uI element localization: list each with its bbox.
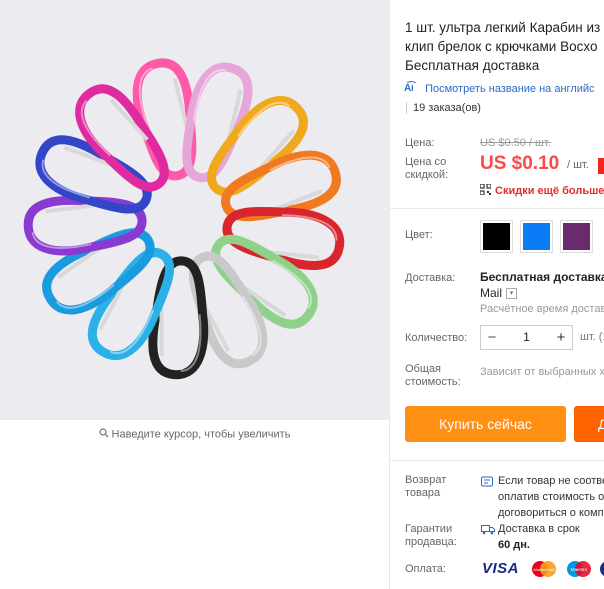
color-swatch-black[interactable] [480, 220, 513, 253]
section-divider [390, 460, 604, 461]
title-line: клип брелок с крючками Восхо [405, 39, 598, 54]
shipping-method: Бесплатная доставка в [480, 270, 604, 284]
orders-count: 19 заказа(ов) [406, 102, 481, 114]
returns-label: Возврат товара [405, 474, 446, 500]
mastercard-wordmark: MasterCard [534, 567, 555, 572]
qr-code-icon [479, 183, 492, 198]
returns-text: Если товар не соотве оплатив стоимость о… [498, 473, 604, 521]
buy-now-button[interactable]: Купить сейчас [405, 406, 566, 442]
translate-title-link[interactable]: Ai Посмотреть название на английс [404, 81, 595, 95]
current-price: US $0.10 [480, 153, 560, 174]
mastercard-logo: MasterCard [529, 560, 559, 583]
maestro-wordmark: Maestro [571, 567, 588, 572]
coupon-link[interactable]: Скидки ещё больше [479, 183, 604, 198]
discount-price-label: Цена со скидкой: [405, 156, 448, 182]
quantity-decrease-button[interactable]: − [481, 326, 503, 349]
shipping-carrier: Mail [480, 286, 503, 300]
carabiner [211, 234, 318, 329]
guarantee-label-line: продавца: [405, 536, 457, 548]
shipping-label: Доставка: [405, 272, 456, 284]
product-info: 1 шт. ультра легкий Карабин из клип брел… [390, 0, 604, 589]
zoom-hint-text: Наведите курсор, чтобы увеличить [111, 428, 291, 441]
quantity-input[interactable]: 1 [503, 326, 550, 349]
shipping-carrier-select[interactable]: Mail ▾ [480, 286, 518, 300]
swatch-fill [523, 223, 550, 250]
product-title: 1 шт. ультра легкий Карабин из клип брел… [405, 18, 604, 75]
guarantee-label: Гарантии продавца: [405, 523, 457, 549]
color-swatch-purple[interactable] [560, 220, 593, 253]
carabiner-ring-image [23, 58, 345, 380]
chevron-down-icon[interactable]: ▾ [506, 288, 518, 300]
payment-label: Оплата: [405, 563, 446, 575]
translate-icon: Ai [404, 81, 422, 95]
total-label: Общая стоимость: [405, 363, 461, 389]
coupon-text[interactable]: Скидки ещё больше [495, 185, 604, 197]
product-photo[interactable] [0, 0, 389, 420]
color-label: Цвет: [405, 229, 433, 241]
returns-text-line: Если товар не соотве [498, 475, 604, 487]
guarantee-label-line: Гарантии [405, 523, 453, 535]
shipping-estimate: Расчётное время достав [480, 303, 604, 315]
returns-text-line: договориться о комп [498, 507, 604, 519]
delivery-truck-icon [481, 522, 495, 540]
quantity-unit: шт. (1 [580, 331, 604, 343]
old-price: US $0.50 / шт. [480, 137, 551, 149]
guarantee-line: Доставка в срок [498, 523, 580, 535]
total-value: Зависит от выбранных х [480, 366, 604, 378]
color-swatch-blue[interactable] [520, 220, 553, 253]
discount-label-line: Цена со [405, 156, 447, 168]
title-line: Бесплатная доставка [405, 58, 540, 73]
translate-link-text[interactable]: Посмотреть название на английс [425, 83, 594, 95]
total-label-line: стоимость: [405, 376, 461, 388]
discount-label-line: скидкой: [405, 169, 449, 181]
quantity-stepper: − 1 + [480, 325, 573, 350]
swatch-fill [563, 223, 590, 250]
title-line: 1 шт. ультра легкий Карабин из [405, 20, 601, 35]
returns-label-line: Возврат [405, 474, 447, 486]
returns-label-line: товара [405, 487, 441, 499]
quantity-increase-button[interactable]: + [550, 326, 572, 349]
section-divider [390, 208, 604, 209]
maestro-logo: Maestro [564, 560, 594, 583]
quantity-label: Количество: [405, 332, 468, 344]
svg-text:i: i [411, 83, 414, 92]
discount-badge [598, 158, 604, 174]
add-to-cart-button[interactable]: Д [574, 406, 604, 442]
swatch-fill [483, 223, 510, 250]
guarantee-days: 60 дн. [498, 539, 530, 551]
product-gallery: Наведите курсор, чтобы увеличить [0, 0, 389, 589]
magnifier-icon [98, 428, 109, 441]
returns-text-line: оплатив стоимость о [498, 491, 604, 503]
zoom-hint: Наведите курсор, чтобы увеличить [0, 428, 389, 441]
price-label: Цена: [405, 137, 435, 149]
visa-logo: VISA [482, 560, 520, 577]
carabiner [206, 96, 308, 197]
return-policy-icon [481, 474, 493, 492]
carabiner [75, 84, 169, 192]
carabiner [148, 256, 209, 380]
payment-logo-partial [598, 560, 604, 583]
total-label-line: Общая [405, 363, 441, 375]
guarantee-text: Доставка в срок 60 дн. [498, 521, 580, 553]
price-unit: / шт. [567, 159, 589, 171]
